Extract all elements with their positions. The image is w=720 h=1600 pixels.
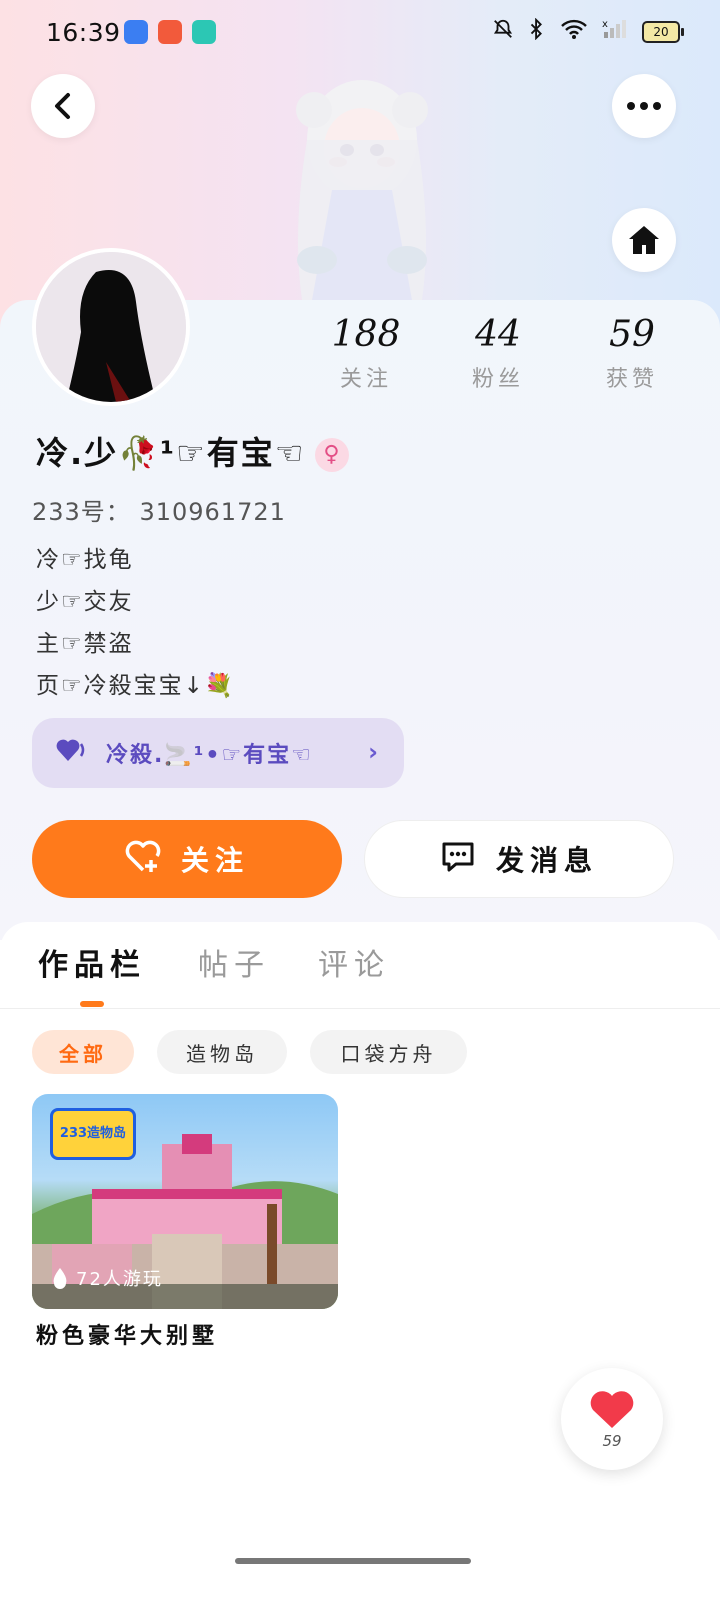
filter-chip-creation-island[interactable]: 造物岛 <box>157 1030 287 1074</box>
message-button[interactable]: 发消息 <box>364 820 674 898</box>
status-bar: 16:39 x 20 <box>0 0 720 64</box>
likes-count: 59 <box>609 314 655 355</box>
heart-plus-icon <box>125 838 163 881</box>
bio-line: 少☞交友 <box>36 589 134 615</box>
chevron-right-icon: › <box>368 738 380 766</box>
play-app-icon <box>192 20 216 44</box>
more-button[interactable] <box>612 74 676 138</box>
follow-label: 关注 <box>180 844 249 877</box>
heart-icon <box>590 1391 634 1428</box>
players-count: 72人游玩 <box>50 1265 163 1291</box>
flame-icon <box>53 1268 67 1289</box>
user-id-label: 233号： <box>32 498 131 526</box>
tab-divider <box>0 1008 720 1009</box>
battery-icon: 20 <box>642 21 684 43</box>
tab-indicator <box>80 1001 104 1007</box>
stat-likes[interactable]: 59 获赞 <box>572 314 692 393</box>
heart-voice-icon <box>56 737 90 769</box>
tab-works[interactable]: 作品栏 <box>38 940 146 984</box>
chat-bubble-icon <box>440 838 476 881</box>
home-icon <box>629 226 659 254</box>
players-text: 72人游玩 <box>76 1269 163 1290</box>
bio-line: 主☞禁盗 <box>36 631 134 657</box>
tab-comments[interactable]: 评论 <box>318 940 390 984</box>
mute-icon <box>492 18 514 46</box>
game-logo: 233造物岛 <box>50 1108 136 1160</box>
back-button[interactable] <box>31 74 95 138</box>
chevron-left-icon <box>55 93 70 119</box>
username-row: 冷.少🥀¹☞有宝☜ ♀ <box>36 428 350 474</box>
gender-female-icon: ♀ <box>315 438 350 472</box>
message-label: 发消息 <box>495 844 598 877</box>
bluetooth-icon <box>528 17 546 46</box>
followers-count: 44 <box>475 314 521 355</box>
bio-line: 页☞冷殺宝宝↓💐 <box>36 673 236 699</box>
home-indicator[interactable] <box>235 1558 471 1564</box>
group-name: 冷殺.🚬¹•☞有宝☜ <box>106 743 313 768</box>
svg-text:x: x <box>602 19 608 30</box>
shop-app-icon <box>158 20 182 44</box>
avatar[interactable] <box>32 248 190 406</box>
work-card[interactable]: 233造物岛 72人游玩 <box>32 1094 338 1309</box>
filter-chip-pocket-ark[interactable]: 口袋方舟 <box>310 1030 467 1074</box>
group-link[interactable]: 冷殺.🚬¹•☞有宝☜ › <box>32 718 404 788</box>
wifi-icon <box>560 18 588 46</box>
user-id: 233号： 310961721 <box>32 492 286 527</box>
character-avatar[interactable] <box>272 70 452 310</box>
more-dots-icon <box>627 102 661 110</box>
status-time: 16:39 <box>46 18 121 47</box>
signal-icon: x <box>602 18 628 46</box>
filter-chip-all[interactable]: 全部 <box>32 1030 134 1074</box>
followers-label: 粉丝 <box>471 367 524 392</box>
likes-label: 获赞 <box>605 367 658 392</box>
follow-button[interactable]: 关注 <box>32 820 342 898</box>
like-button[interactable]: 59 <box>561 1368 663 1470</box>
bio-line: 冷☞找龟 <box>36 547 134 573</box>
tab-posts[interactable]: 帖子 <box>198 940 270 984</box>
message-app-icon <box>124 20 148 44</box>
like-count: 59 <box>602 1432 622 1450</box>
following-count: 188 <box>331 314 401 355</box>
stat-following[interactable]: 188 关注 <box>306 314 426 393</box>
user-id-value: 310961721 <box>139 498 286 526</box>
work-title[interactable]: 粉色豪华大别墅 <box>36 1318 218 1350</box>
home-button[interactable] <box>612 208 676 272</box>
stat-followers[interactable]: 44 粉丝 <box>438 314 558 393</box>
username: 冷.少🥀¹☞有宝☜ <box>36 434 306 472</box>
following-label: 关注 <box>339 367 392 392</box>
